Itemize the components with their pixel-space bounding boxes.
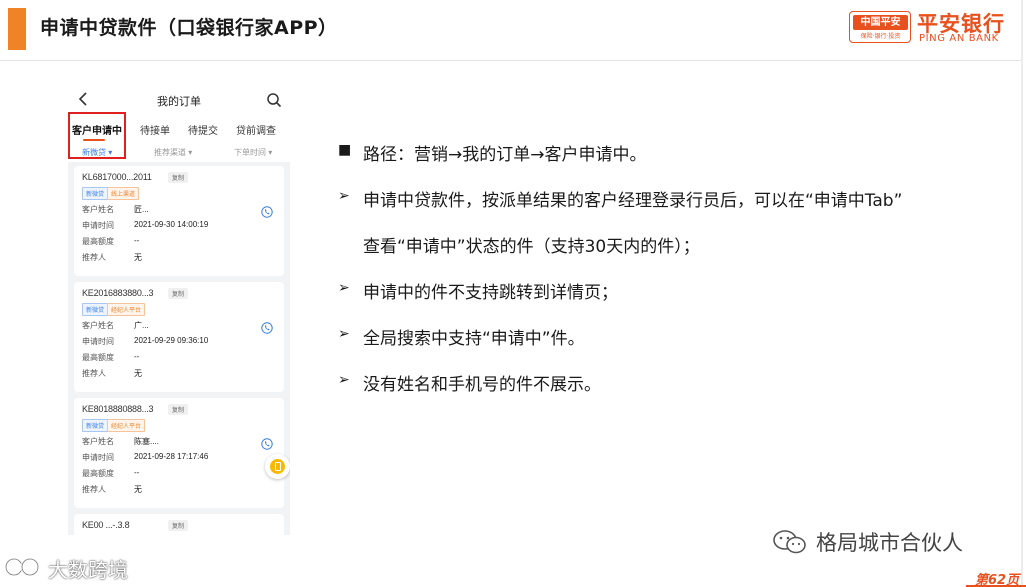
arrow-bullet-icon: ➢ <box>338 326 350 342</box>
bullet-text: 全局搜索中支持“申请中”件。 <box>363 329 585 349</box>
brand-logo: 中国平安 保险·银行·投资 平安银行 PING AN BANK <box>849 11 1015 47</box>
referrer: 无 <box>134 253 142 262</box>
product-badge: 新微贷 <box>82 419 109 432</box>
order-card[interactable]: KE2016883880...3 复制 新微贷 经纪人平台 客户姓名 广... … <box>74 282 284 392</box>
customer-name: 陈塞.... <box>134 437 159 446</box>
brand-name-en: PING AN BANK <box>919 33 999 44</box>
filter-order-time[interactable]: 下单时间 ▾ <box>234 147 272 158</box>
filter-channel[interactable]: 推荐渠道 ▾ <box>154 147 192 158</box>
floating-action-button[interactable] <box>265 454 290 479</box>
call-icon[interactable] <box>261 322 273 334</box>
search-icon[interactable] <box>266 92 282 108</box>
apply-time: 2021-09-29 09:36:10 <box>134 336 209 345</box>
order-id: KE8018880888...3 <box>82 404 154 414</box>
apply-time: 2021-09-30 14:00:19 <box>134 220 209 229</box>
field-label: 申请时间 <box>82 221 114 230</box>
order-card[interactable]: KE8018880888...3 复制 新微贷 经纪人平台 客户姓名 陈塞...… <box>74 398 284 508</box>
slide-title: 申请中贷款件（口袋银行家APP） <box>40 17 338 39</box>
field-label: 推荐人 <box>82 369 106 378</box>
mobile-icon <box>274 462 281 471</box>
brand-box: 中国平安 保险·银行·投资 <box>849 11 911 43</box>
copy-button[interactable]: 复制 <box>168 520 189 531</box>
tab-highlight-box <box>68 112 126 159</box>
brand-mark-icon <box>4 557 40 577</box>
field-label: 客户姓名 <box>82 205 114 214</box>
copy-button[interactable]: 复制 <box>168 404 189 415</box>
tab-pending-submit[interactable]: 待提交 <box>188 122 218 137</box>
brand-box-bottom: 保险·银行·投资 <box>860 33 901 40</box>
floating-button-inner <box>270 459 285 474</box>
bullet-text: 路径：营销→我的订单→客户申请中。 <box>363 145 647 165</box>
tab-pre-loan-survey[interactable]: 贷前调查 <box>236 122 276 137</box>
bullet-text: 申请中的件不支持跳转到详情页； <box>363 283 618 303</box>
max-amount: -- <box>134 236 140 245</box>
bullet-text: 查看“申请中”状态的件（支持30天内的件）； <box>363 237 700 257</box>
order-id: KE00 ...-.3.8 <box>82 520 130 530</box>
field-label: 推荐人 <box>82 485 106 494</box>
field-label: 推荐人 <box>82 253 106 262</box>
arrow-bullet-icon: ➢ <box>338 372 350 388</box>
bullet-text: 申请中贷款件，按派单结果的客户经理登录行员后，可以在“申请中Tab” <box>363 191 903 211</box>
field-label: 客户姓名 <box>82 321 114 330</box>
channel-badge: 线上渠道 <box>107 187 140 200</box>
channel-badge: 经纪人平台 <box>107 303 146 316</box>
channel-badge: 经纪人平台 <box>107 419 146 432</box>
order-card[interactable]: KL6817000...2011 复制 新微贷 线上渠道 客户姓名 匠... 申… <box>74 166 284 276</box>
copy-button[interactable]: 复制 <box>168 172 189 183</box>
field-label: 最高额度 <box>82 469 114 478</box>
call-icon[interactable] <box>261 206 273 218</box>
product-badge: 新微贷 <box>82 187 109 200</box>
watermark-right-text: 格局城市合伙人 <box>816 531 963 555</box>
customer-name: 广... <box>134 321 149 330</box>
arrow-bullet-icon: ➢ <box>338 188 350 204</box>
referrer: 无 <box>134 369 142 378</box>
referrer: 无 <box>134 485 142 494</box>
title-accent-bar <box>8 8 26 50</box>
field-label: 申请时间 <box>82 453 114 462</box>
max-amount: -- <box>134 468 140 477</box>
customer-name: 匠... <box>134 205 149 214</box>
apply-time: 2021-09-28 17:17:46 <box>134 452 209 461</box>
phone-page-title: 我的订单 <box>157 96 201 108</box>
max-amount: -- <box>134 352 140 361</box>
field-label: 最高额度 <box>82 237 114 246</box>
order-id: KL6817000...2011 <box>82 172 152 182</box>
arrow-bullet-icon: ➢ <box>338 280 350 296</box>
watermark-left-text: 大数跨境 <box>48 558 128 582</box>
right-edge-divider <box>1021 0 1023 587</box>
call-icon[interactable] <box>261 438 273 450</box>
bullet-text: 没有姓名和手机号的件不展示。 <box>363 375 601 395</box>
field-label: 客户姓名 <box>82 437 114 446</box>
field-label: 最高额度 <box>82 353 114 362</box>
brand-box-top: 中国平安 <box>853 15 908 30</box>
tab-pending-accept[interactable]: 待接单 <box>140 122 170 137</box>
order-id: KE2016883880...3 <box>82 288 154 298</box>
copy-button[interactable]: 复制 <box>168 288 189 299</box>
header-divider <box>0 60 1022 61</box>
order-card[interactable]: KE00 ...-.3.8 复制 <box>74 514 284 535</box>
field-label: 申请时间 <box>82 337 114 346</box>
product-badge: 新微贷 <box>82 303 109 316</box>
wechat-icon <box>773 530 806 554</box>
square-bullet-icon: ■ <box>338 142 352 158</box>
